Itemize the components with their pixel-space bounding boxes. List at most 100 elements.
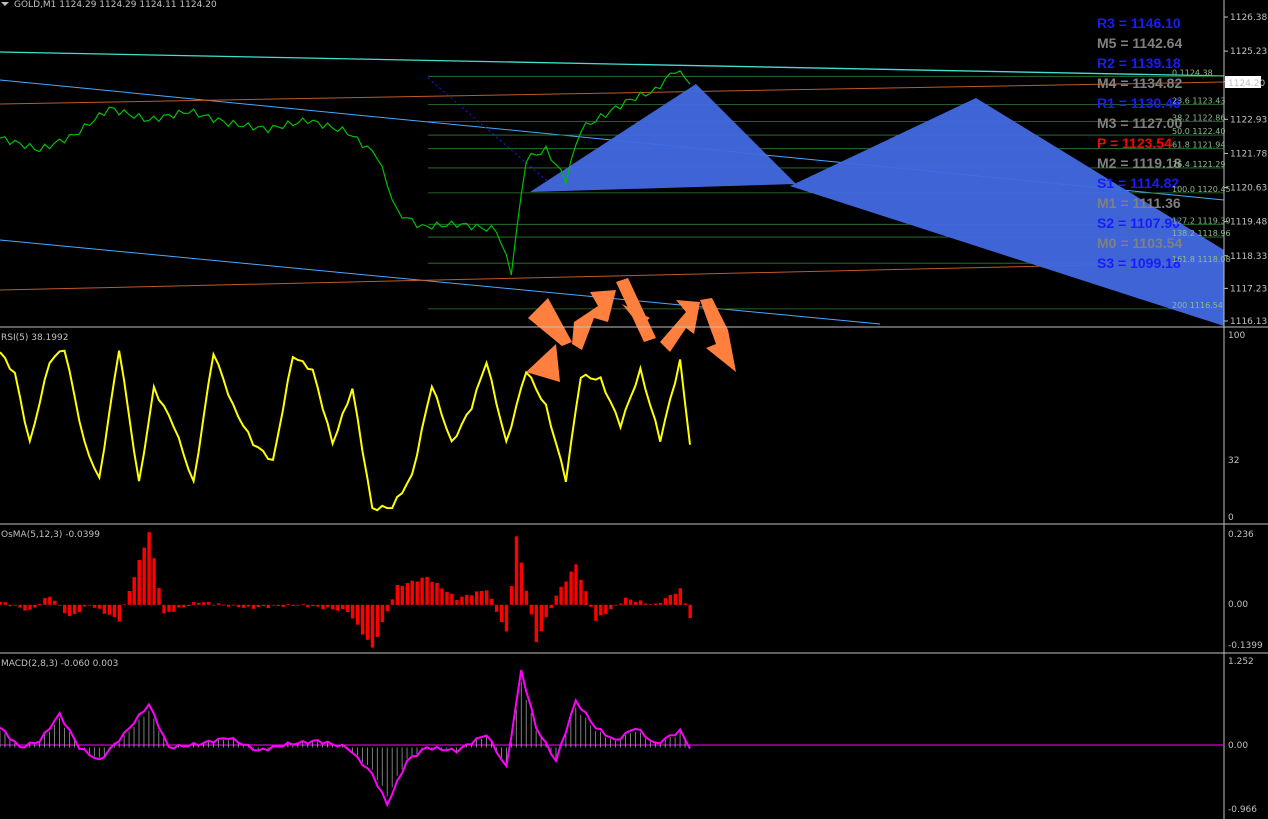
osma-bar: [216, 603, 221, 605]
fib-level-label: 61.8 1121.94: [1172, 141, 1225, 150]
osma-bar: [226, 604, 231, 607]
osma-bar: [624, 597, 628, 605]
osma-bar: [63, 604, 67, 614]
osma-bar: [355, 604, 360, 625]
fib-level-label: 38.2 1122.86: [1172, 113, 1225, 122]
osma-bar: [480, 591, 484, 605]
price-tick-label: 1119.48: [1230, 218, 1267, 228]
osma-bar: [549, 604, 553, 609]
osma-bar: [13, 604, 17, 606]
osma-bar: [614, 604, 618, 606]
macd-tick: 0.00: [1228, 741, 1248, 751]
osma-bar: [380, 604, 385, 622]
osma-bar: [117, 604, 121, 622]
rsi-tick: 32: [1228, 456, 1239, 466]
osma-bar: [559, 586, 563, 605]
osma-bar: [574, 564, 578, 605]
pivot-level-label: R3 = 1146.10: [1097, 15, 1181, 31]
osma-bar: [529, 604, 534, 615]
rsi-tick: 0: [1228, 513, 1234, 523]
osma-bar: [489, 598, 494, 605]
osma-bar: [77, 604, 82, 613]
osma-bar: [261, 604, 265, 607]
osma-bar: [494, 604, 499, 612]
fib-level-label: 0 1124.38: [1172, 68, 1213, 77]
pivot-level-label: S2 = 1107.90: [1097, 215, 1180, 231]
osma-bar: [251, 604, 256, 609]
osma-title: OsMA(5,12,3) -0.0399: [1, 530, 100, 540]
osma-bar: [336, 604, 340, 611]
osma-bar: [544, 604, 548, 618]
pivot-level-label: M3 = 1127.00: [1097, 115, 1182, 131]
osma-bar: [475, 591, 479, 605]
osma-bar: [460, 596, 464, 605]
osma-bar: [589, 604, 593, 607]
osma-tick: 0.00: [1228, 600, 1248, 610]
osma-bar: [619, 603, 623, 605]
osma-bar: [256, 604, 260, 607]
osma-bar: [346, 604, 350, 612]
osma-bar: [68, 604, 72, 617]
current-price-label: 1124.20: [1228, 79, 1265, 89]
osma-bar: [137, 560, 141, 605]
osma-bar: [28, 604, 32, 610]
osma-bar: [8, 604, 12, 607]
osma-bar: [286, 604, 290, 605]
osma-tick: -0.1399: [1228, 641, 1263, 651]
osma-tick: 0.236: [1228, 530, 1254, 540]
osma-bar: [524, 590, 529, 605]
chart-title: GOLD,M1 1124.29 1124.29 1124.11 1124.20: [14, 0, 217, 10]
osma-bar: [579, 579, 583, 605]
osma-bar: [673, 593, 677, 605]
osma-bar: [0, 601, 2, 605]
osma-bar: [385, 604, 390, 612]
osma-bar: [435, 582, 439, 605]
osma-bar: [465, 594, 469, 605]
osma-bar: [440, 588, 444, 605]
osma-bar: [18, 604, 22, 608]
osma-bar: [147, 532, 151, 605]
osma-bar: [212, 604, 216, 606]
osma-bar: [73, 604, 77, 614]
osma-bar: [425, 576, 429, 605]
osma-bar: [326, 604, 330, 608]
fib-level-label: 100.0 1120.45: [1172, 185, 1231, 194]
price-tick-label: 1116.13: [1230, 317, 1267, 327]
fib-level-label: 50.0 1122.40: [1172, 127, 1225, 136]
osma-bar: [97, 604, 102, 609]
fib-level-label: 200 1116.54: [1172, 301, 1223, 310]
mt4-chart[interactable]: R3 = 1146.10 M5 = 1142.64 R2 = 1139.18 M4 =…: [0, 0, 1268, 819]
osma-bar: [112, 604, 117, 617]
osma-bar: [311, 604, 315, 607]
osma-bar: [534, 604, 538, 643]
osma-bar: [653, 603, 658, 605]
osma-bar: [485, 590, 489, 605]
osma-bar: [122, 604, 126, 606]
fib-level-label: 76.4 1121.29: [1172, 160, 1225, 169]
pivot-level-label: P = 1123.54: [1097, 135, 1172, 151]
current-price-marker: 1124.20: [1225, 76, 1265, 89]
osma-bar: [48, 596, 52, 605]
pivot-level-label: R1 = 1130.46: [1097, 95, 1181, 111]
pivot-level-label: S3 = 1099.18: [1097, 255, 1181, 271]
osma-bar: [306, 604, 310, 608]
osma-bar: [564, 581, 568, 605]
osma-bar: [499, 604, 504, 622]
osma-bar: [420, 577, 424, 605]
osma-bar: [187, 604, 191, 606]
osma-bar: [58, 604, 62, 606]
fib-level-label: 138.2 1118.96: [1172, 229, 1231, 238]
osma-bar: [271, 604, 275, 606]
osma-bar: [192, 602, 196, 605]
osma-bar: [678, 588, 682, 605]
osma-bar: [683, 603, 687, 605]
pivot-level-label: M0 = 1103.54: [1097, 235, 1182, 251]
osma-bar: [276, 604, 280, 606]
osma-bar: [594, 604, 598, 621]
fib-level-label: 23.6 1123.43: [1172, 96, 1225, 105]
osma-bar: [470, 595, 474, 605]
osma-bar: [266, 604, 270, 608]
osma-bar: [519, 562, 524, 605]
price-tick-label: 1117.23: [1230, 284, 1267, 294]
rsi-tick: 100: [1228, 331, 1245, 341]
